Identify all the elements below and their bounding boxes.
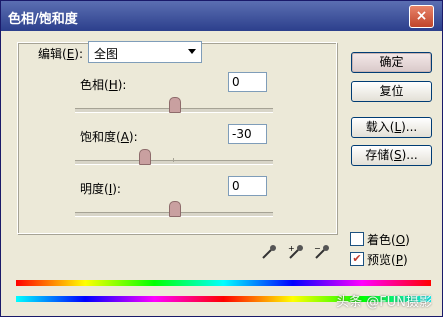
lightness-slider-track[interactable] (75, 201, 273, 217)
lightness-label: 明度(I): (80, 182, 121, 196)
edit-dropdown-value: 全图 (94, 47, 119, 61)
eyedropper-minus-icon[interactable]: − (313, 243, 331, 261)
saturation-slider-thumb[interactable] (139, 149, 152, 165)
input-color-spectrum (16, 280, 431, 286)
hue-saturation-dialog: 色相/饱和度 × 编辑(E): 全图 色相(H): 0 饱和度(A): -30 … (0, 0, 443, 317)
saturation-slider-track[interactable] (75, 149, 273, 165)
lightness-slider-thumb[interactable] (169, 201, 181, 217)
hue-input[interactable]: 0 (228, 72, 267, 92)
lightness-input[interactable]: 0 (228, 176, 267, 196)
saturation-input[interactable]: -30 (228, 124, 267, 144)
eyedropper-icon[interactable] (260, 243, 278, 261)
close-button[interactable]: × (409, 5, 434, 28)
saturation-slider-center-tick (173, 158, 174, 162)
colorize-label: 着色(O) (367, 233, 410, 247)
preview-label: 预览(P) (367, 253, 408, 267)
window-title: 色相/饱和度 (8, 12, 78, 27)
title-bar: 色相/饱和度 × (1, 1, 442, 31)
saturation-label: 饱和度(A): (80, 130, 138, 144)
reset-button[interactable]: 复位 (351, 81, 432, 102)
edit-dropdown[interactable]: 全图 (88, 41, 202, 63)
colorize-checkbox[interactable] (350, 232, 364, 246)
ok-button[interactable]: 确定 (351, 52, 432, 73)
svg-text:+: + (288, 244, 295, 253)
edit-label: 编辑(E): (38, 47, 84, 61)
svg-text:−: − (314, 244, 321, 253)
load-button[interactable]: 载入(L)... (351, 117, 432, 138)
hue-slider-thumb[interactable] (169, 97, 181, 113)
save-button[interactable]: 存储(S)... (351, 145, 432, 166)
chevron-down-icon (188, 49, 196, 54)
hue-slider-track[interactable] (75, 97, 273, 113)
eyedropper-plus-icon[interactable]: + (287, 243, 305, 261)
watermark-text: 头条 @FUN摄影 (336, 295, 432, 310)
hue-label: 色相(H): (80, 78, 127, 92)
preview-checkbox[interactable]: ✔ (350, 252, 364, 266)
